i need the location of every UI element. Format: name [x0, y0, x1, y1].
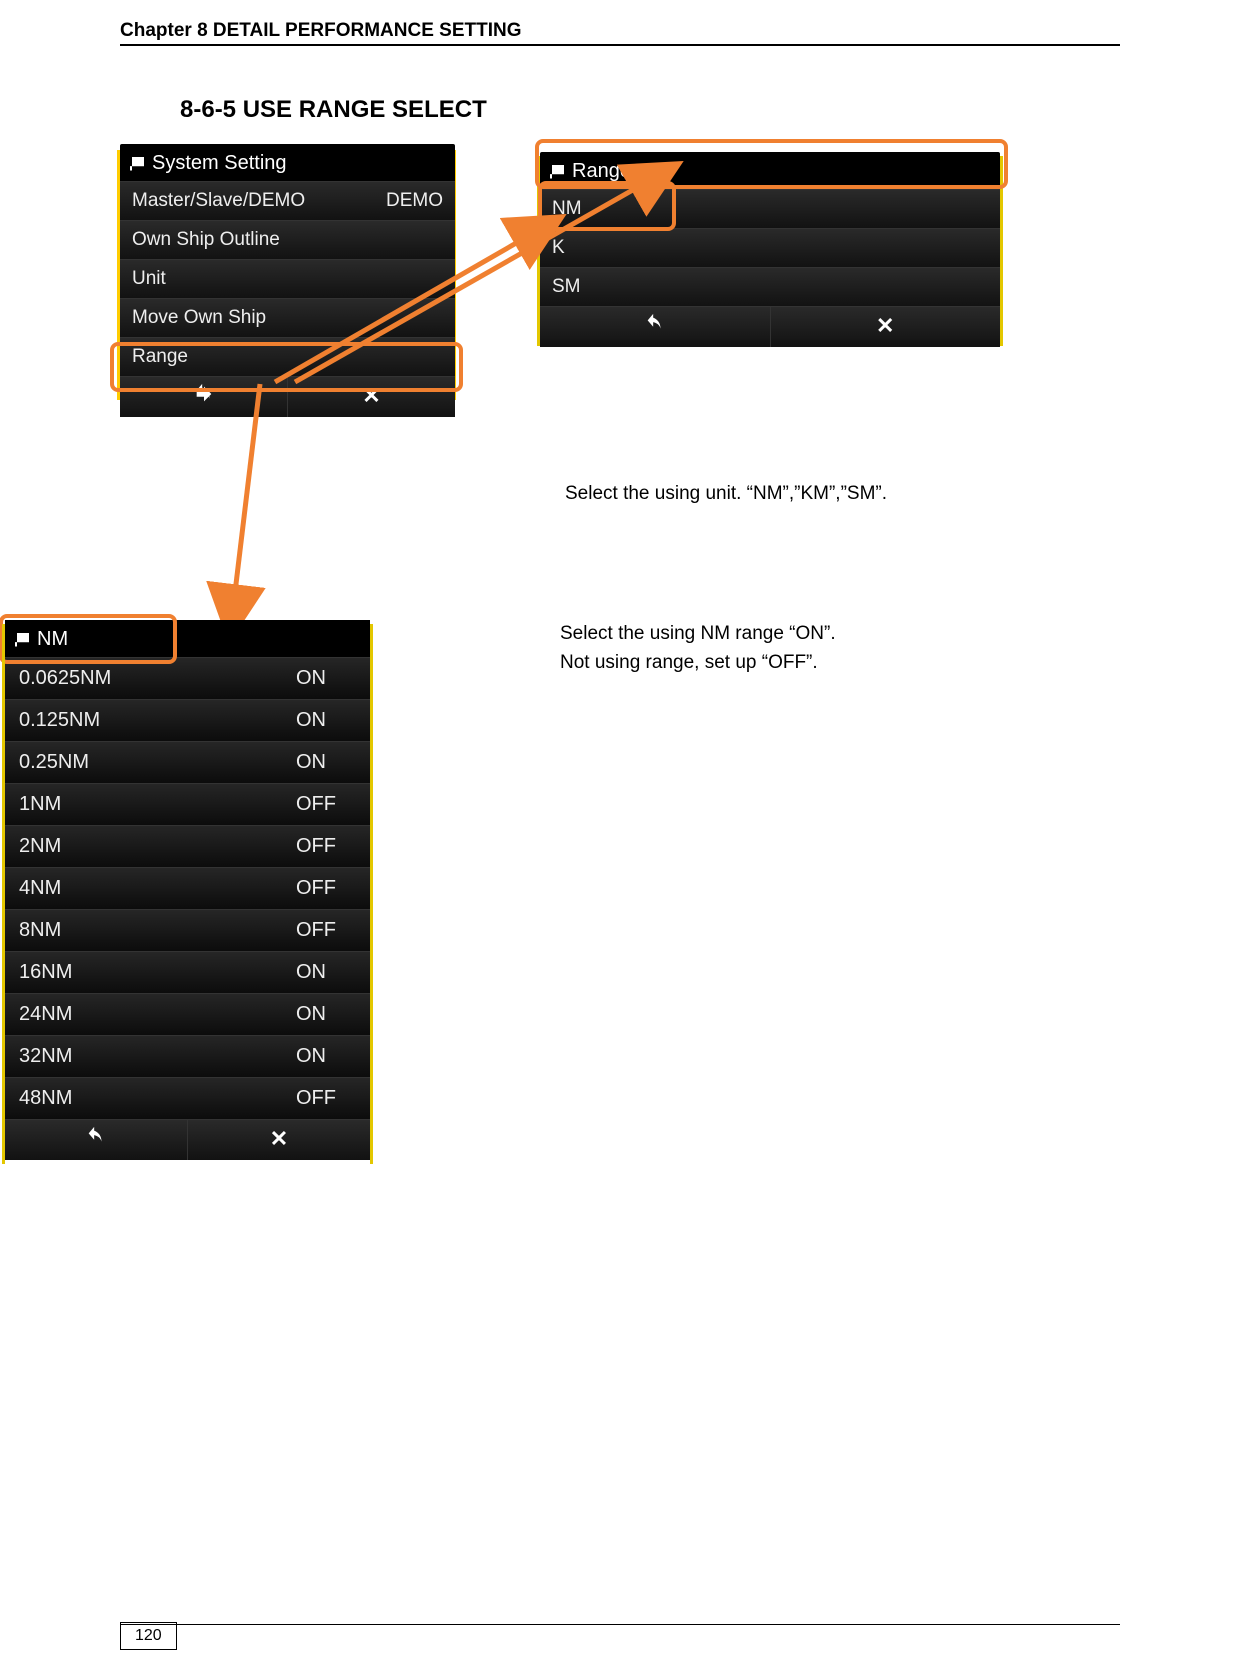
- instruction-line-on: Select the using NM range “ON”.: [560, 620, 836, 649]
- nm-label: 2NM: [19, 835, 139, 858]
- menu-label: Master/Slave/DEMO: [132, 190, 305, 212]
- nm-label: 0.25NM: [19, 751, 139, 774]
- footer-rule: [120, 1624, 1120, 1625]
- close-button[interactable]: ✕: [188, 1120, 370, 1160]
- nm-state: OFF: [296, 877, 356, 900]
- close-icon: ✕: [876, 313, 894, 338]
- instruction-select-unit: Select the using unit. “NM”,”KM”,”SM”.: [565, 480, 887, 509]
- flag-icon: [15, 633, 29, 647]
- panel-title-text: NM: [37, 628, 68, 651]
- nm-state: OFF: [296, 1087, 356, 1110]
- nm-state: ON: [296, 709, 356, 732]
- nm-range-row[interactable]: 0.25NM ON: [5, 741, 370, 783]
- nm-range-row[interactable]: 4NM OFF: [5, 867, 370, 909]
- back-arrow-icon: [85, 1126, 107, 1148]
- section-title: 8-6-5 USE RANGE SELECT: [180, 96, 1120, 124]
- nm-range-row[interactable]: 0.0625NM ON: [5, 657, 370, 699]
- nm-range-row[interactable]: 16NM ON: [5, 951, 370, 993]
- close-icon: ✕: [270, 1126, 288, 1151]
- decorative-edge: [537, 156, 540, 346]
- panel-button-row: ✕: [540, 306, 1000, 347]
- panel-title-text: System Setting: [152, 152, 287, 175]
- nm-label: 4NM: [19, 877, 139, 900]
- panel-title-text: Range: [572, 160, 631, 183]
- menu-label: NM: [552, 198, 582, 220]
- range-panel: Range NM K SM ✕: [540, 152, 1000, 347]
- menu-label: Own Ship Outline: [132, 229, 280, 251]
- nm-state: ON: [296, 1045, 356, 1068]
- nm-state: ON: [296, 667, 356, 690]
- decorative-edge: [370, 624, 373, 1164]
- flag-icon: [130, 157, 144, 171]
- instruction-line-off: Not using range, set up “OFF”.: [560, 649, 836, 678]
- menu-item-master-slave[interactable]: Master/Slave/DEMO DEMO: [120, 181, 455, 220]
- nm-panel: NM 0.0625NMON 0.125NMON 0.25NMON 1NMOFF …: [5, 620, 370, 1160]
- range-item-km[interactable]: K: [540, 228, 1000, 267]
- nm-state: OFF: [296, 793, 356, 816]
- close-button[interactable]: ✕: [288, 377, 455, 417]
- range-item-sm[interactable]: SM: [540, 267, 1000, 306]
- back-button[interactable]: [5, 1120, 188, 1160]
- nm-label: 0.0625NM: [19, 667, 139, 690]
- nm-state: OFF: [296, 919, 356, 942]
- menu-item-own-ship-outline[interactable]: Own Ship Outline: [120, 220, 455, 259]
- chapter-header: Chapter 8 DETAIL PERFORMANCE SETTING: [120, 20, 1120, 46]
- nm-range-row[interactable]: 0.125NM ON: [5, 699, 370, 741]
- nm-state: OFF: [296, 835, 356, 858]
- panel-title: Range: [540, 152, 1000, 189]
- nm-label: 32NM: [19, 1045, 139, 1068]
- nm-range-row[interactable]: 24NM ON: [5, 993, 370, 1035]
- nm-range-row[interactable]: 8NM OFF: [5, 909, 370, 951]
- menu-label: K: [552, 237, 565, 259]
- nm-range-row[interactable]: 32NM ON: [5, 1035, 370, 1077]
- menu-label: Unit: [132, 268, 166, 290]
- panel-title: System Setting: [120, 144, 455, 181]
- menu-label: Range: [132, 346, 188, 368]
- system-setting-panel: System Setting Master/Slave/DEMO DEMO Ow…: [120, 144, 455, 417]
- close-button[interactable]: ✕: [771, 307, 1001, 347]
- nm-label: 8NM: [19, 919, 139, 942]
- back-button[interactable]: [120, 377, 288, 417]
- nm-range-row[interactable]: 48NM OFF: [5, 1077, 370, 1119]
- menu-item-unit[interactable]: Unit: [120, 259, 455, 298]
- menu-item-move-own-ship[interactable]: Move Own Ship: [120, 298, 455, 337]
- nm-range-row[interactable]: 1NM OFF: [5, 783, 370, 825]
- back-arrow-icon: [193, 383, 215, 405]
- menu-label: SM: [552, 276, 581, 298]
- decorative-edge: [1000, 156, 1003, 346]
- panel-button-row: ✕: [120, 376, 455, 417]
- nm-label: 16NM: [19, 961, 139, 984]
- nm-label: 24NM: [19, 1003, 139, 1026]
- nm-label: 48NM: [19, 1087, 139, 1110]
- instruction-select-range: Select the using NM range “ON”. Not usin…: [560, 620, 836, 677]
- panel-button-row: ✕: [5, 1119, 370, 1160]
- flag-icon: [550, 165, 564, 179]
- panel-title: NM: [5, 620, 370, 657]
- nm-label: 0.125NM: [19, 709, 139, 732]
- back-button[interactable]: [540, 307, 771, 347]
- nm-state: ON: [296, 751, 356, 774]
- menu-value: DEMO: [386, 190, 443, 212]
- nm-state: ON: [296, 961, 356, 984]
- nm-range-row[interactable]: 2NM OFF: [5, 825, 370, 867]
- nm-label: 1NM: [19, 793, 139, 816]
- menu-item-range[interactable]: Range: [120, 337, 455, 376]
- close-icon: ✕: [362, 383, 380, 408]
- range-item-nm[interactable]: NM: [540, 189, 1000, 228]
- menu-label: Move Own Ship: [132, 307, 266, 329]
- page-number: 120: [120, 1622, 177, 1650]
- decorative-edge: [2, 624, 5, 1164]
- nm-state: ON: [296, 1003, 356, 1026]
- back-arrow-icon: [644, 313, 666, 335]
